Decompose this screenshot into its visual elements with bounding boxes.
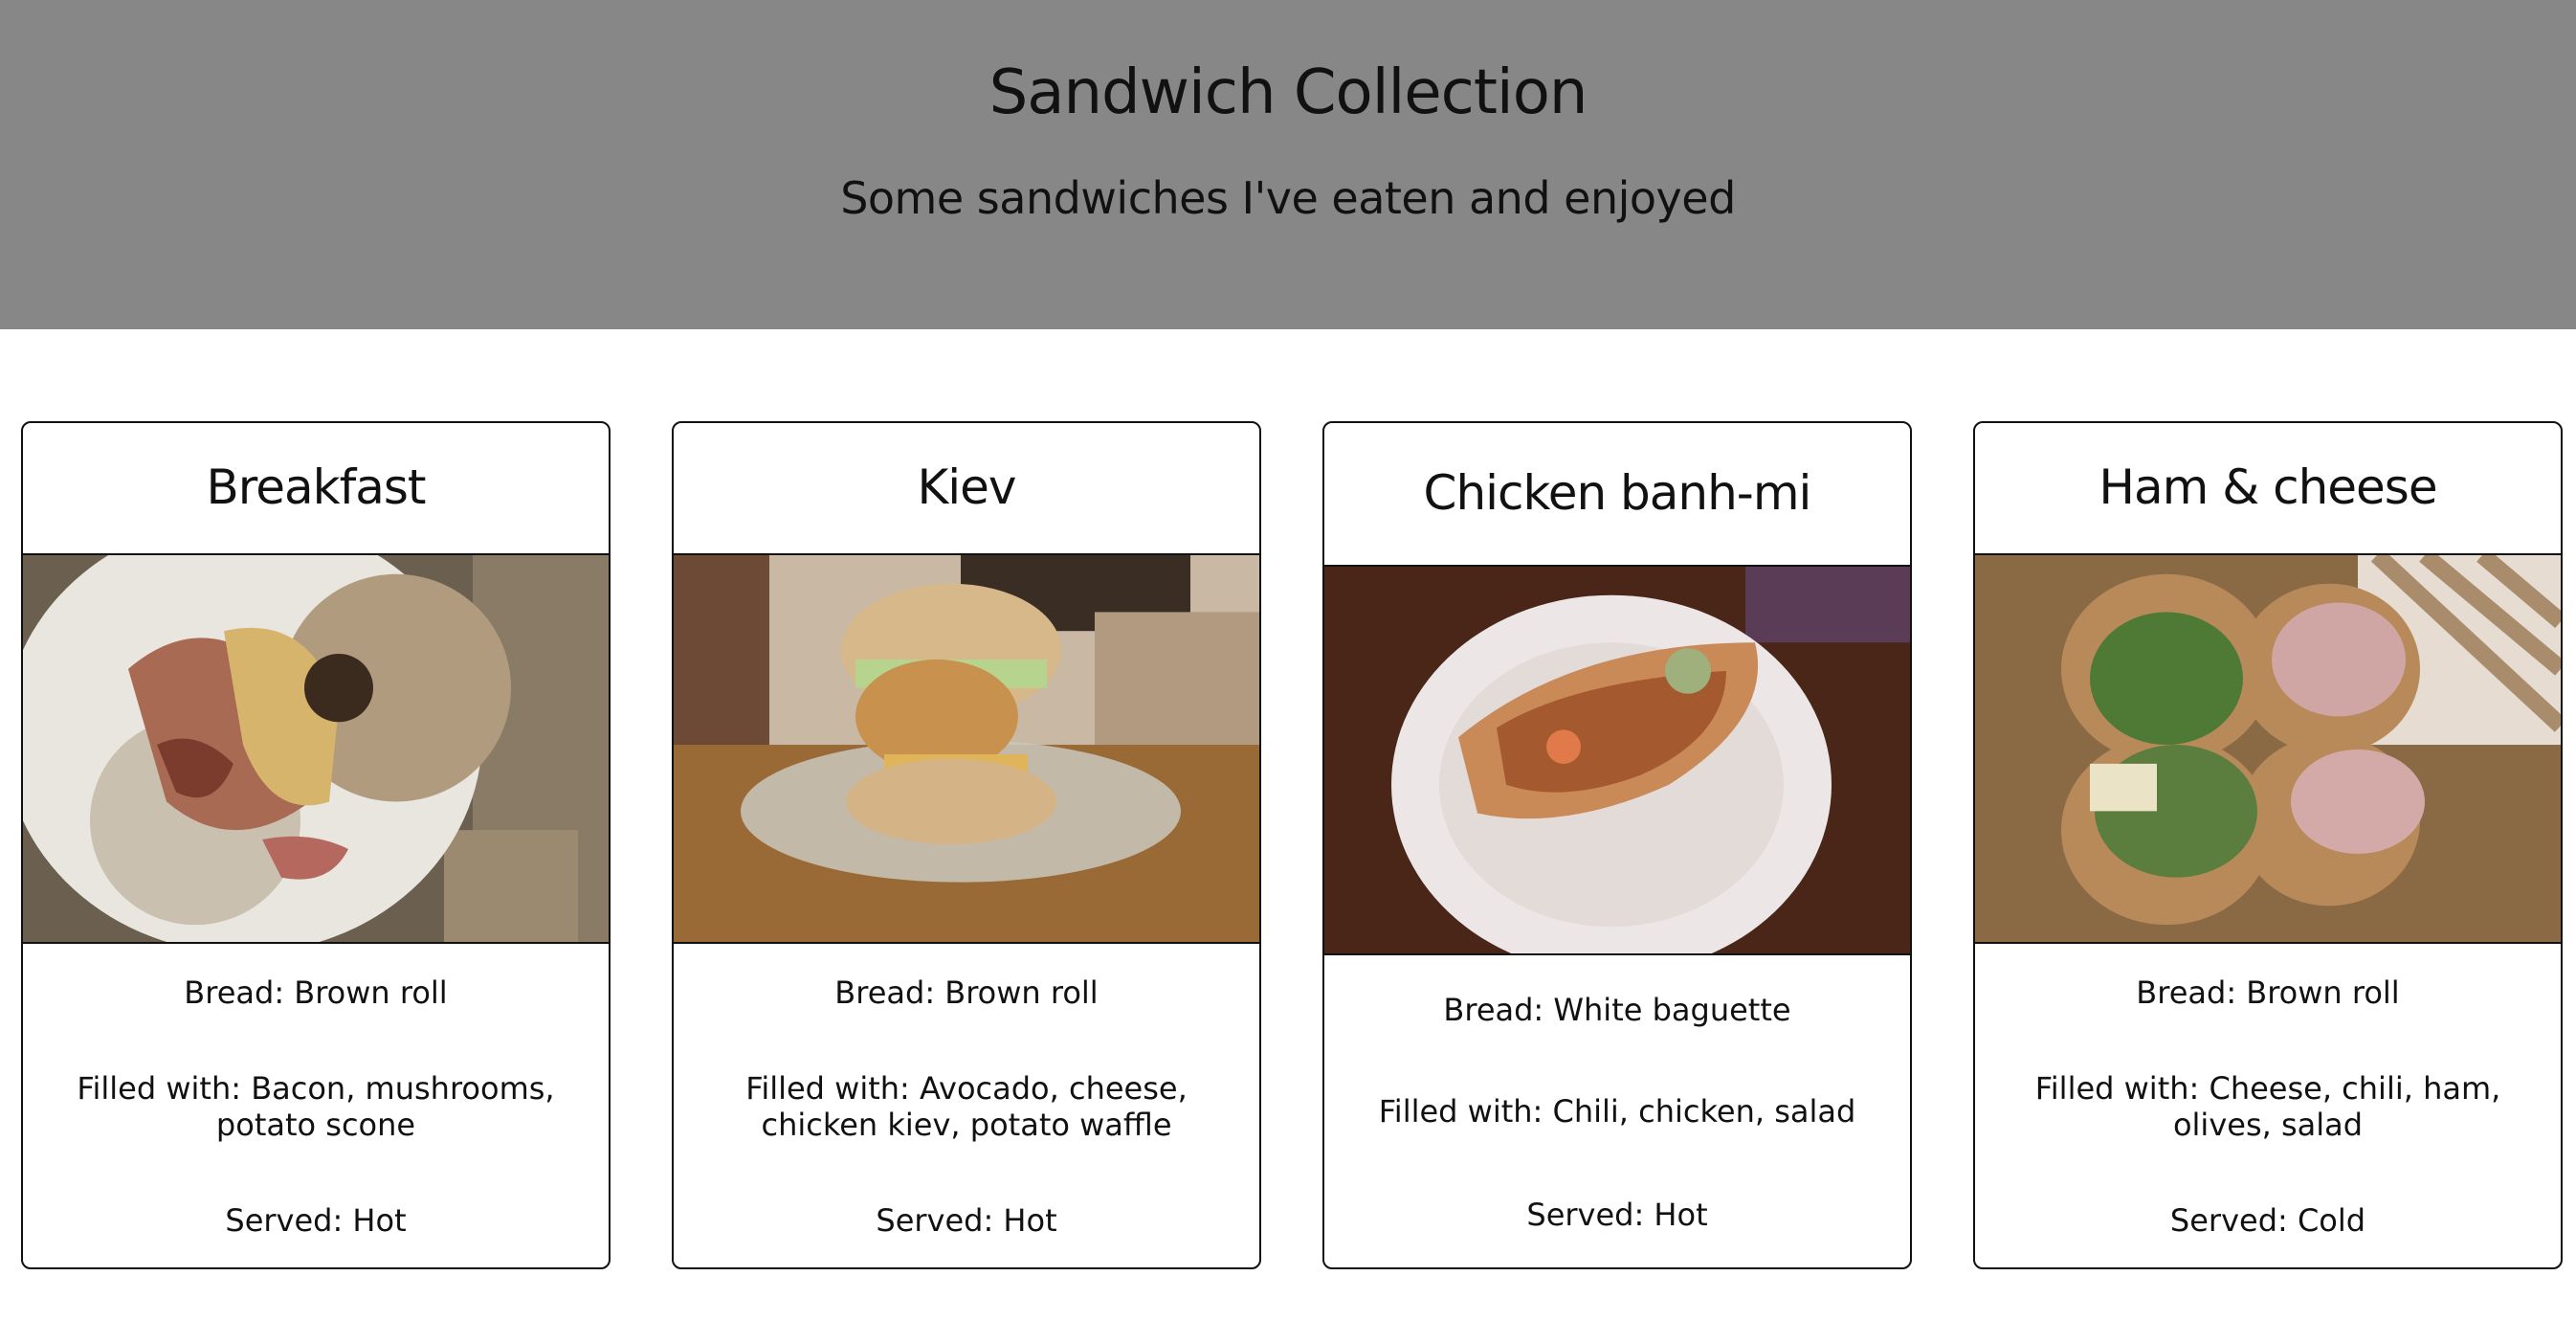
served-text: Served: Hot (876, 1202, 1057, 1239)
page-title: Sandwich Collection (988, 57, 1588, 128)
sandwich-photo (1975, 553, 2561, 944)
sandwich-photo (674, 553, 1259, 944)
sandwich-grid: Breakfast Bread: Brown roll Filled with:… (21, 421, 2566, 1271)
card-title: Kiev (917, 459, 1016, 515)
bread-text: Bread: Brown roll (184, 974, 448, 1011)
bread-text: Bread: Brown roll (2136, 974, 2400, 1011)
sandwich-card-chicken-banh-mi: Chicken banh-mi Bread: White baguette Fi… (1322, 421, 1912, 1269)
served-text: Served: Cold (2169, 1202, 2366, 1239)
served-text: Served: Hot (1526, 1197, 1708, 1233)
bread-text: Bread: White baguette (1443, 992, 1791, 1028)
card-title: Breakfast (206, 459, 426, 515)
filling-text: Filled with: Avocado, cheese, chicken ki… (745, 1070, 1188, 1143)
card-title: Ham & cheese (2099, 459, 2437, 515)
page-header: Sandwich Collection Some sandwiches I've… (0, 0, 2576, 329)
sandwich-card-breakfast: Breakfast Bread: Brown roll Filled with:… (21, 421, 611, 1269)
card-title: Chicken banh-mi (1423, 465, 1812, 521)
served-text: Served: Hot (225, 1202, 407, 1239)
sandwich-card-kiev: Kiev Bread: Brown roll Filled with: Avoc… (672, 421, 1261, 1269)
filling-text: Filled with: Cheese, chili, ham, olives,… (2034, 1070, 2501, 1143)
bread-text: Bread: Brown roll (834, 974, 1099, 1011)
sandwich-card-ham-and-cheese: Ham & cheese Bread: Brown roll Filled wi… (1973, 421, 2563, 1269)
filling-text: Filled with: Bacon, mushrooms, potato sc… (77, 1070, 555, 1143)
page-subtitle: Some sandwiches I've eaten and enjoyed (840, 172, 1736, 224)
filling-text: Filled with: Chili, chicken, salad (1378, 1093, 1856, 1130)
sandwich-photo (23, 553, 609, 944)
sandwich-photo (1324, 565, 1910, 955)
